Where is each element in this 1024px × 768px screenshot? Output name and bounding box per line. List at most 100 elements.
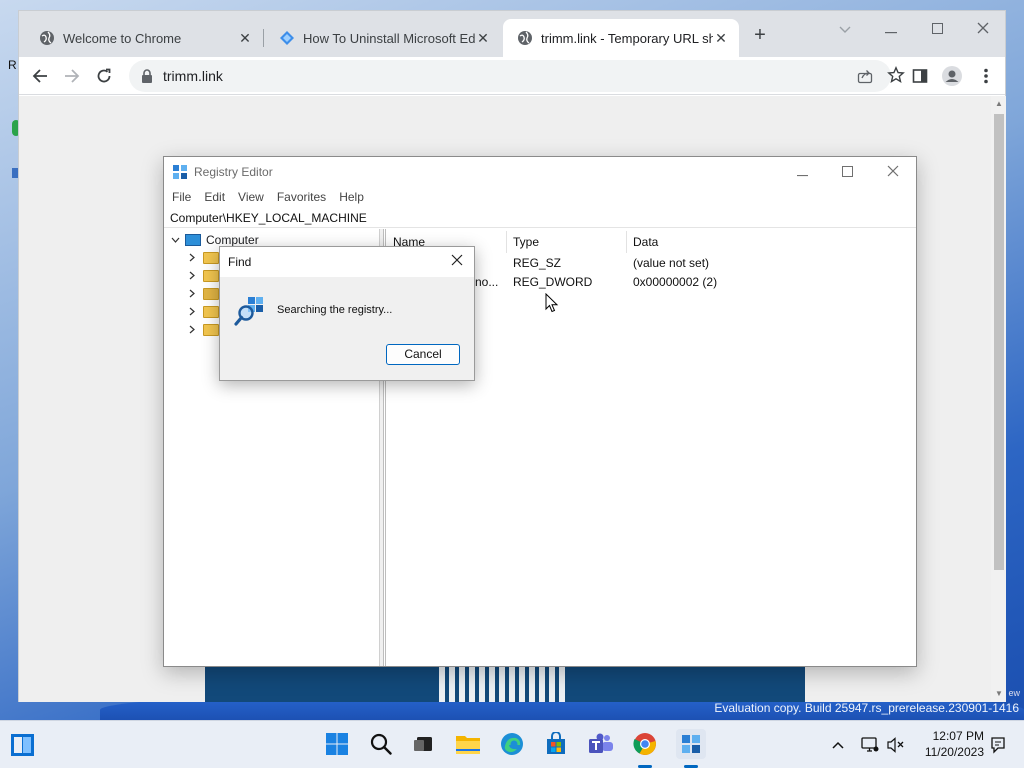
- bookmark-star-icon[interactable]: [887, 66, 905, 84]
- scroll-down-arrow-icon[interactable]: ▼: [994, 689, 1004, 699]
- notification-icon[interactable]: [988, 735, 1008, 755]
- tree-node-hive[interactable]: [189, 321, 219, 339]
- more-menu-icon[interactable]: [975, 65, 997, 87]
- chrome-browser-icon[interactable]: [632, 731, 658, 757]
- page-scrollbar[interactable]: ▲ ▼: [991, 96, 1006, 702]
- back-arrow-icon[interactable]: [29, 65, 51, 87]
- tab-search-chevron-icon[interactable]: [831, 17, 859, 41]
- reload-icon[interactable]: [93, 65, 115, 87]
- minimize-icon[interactable]: [784, 160, 820, 184]
- tab-title: trimm.link - Temporary URL sho: [541, 30, 713, 46]
- folder-icon: [203, 306, 219, 318]
- clock-time: 12:07 PM: [932, 729, 984, 743]
- value-type-cell: REG_DWORD: [513, 275, 593, 289]
- chevron-right-icon[interactable]: [189, 271, 199, 282]
- file-explorer-icon[interactable]: [455, 731, 481, 757]
- value-type-cell: REG_SZ: [513, 256, 562, 270]
- globe-icon: [517, 30, 533, 46]
- tree-node-label: Computer: [206, 233, 259, 247]
- tab-uninstall-edge[interactable]: How To Uninstall Microsoft Edg ✕: [265, 19, 501, 57]
- value-name-cell[interactable]: no...: [475, 275, 498, 289]
- omnibox[interactable]: trimm.link: [129, 60, 905, 92]
- close-window-icon[interactable]: [969, 17, 997, 41]
- menu-edit[interactable]: Edit: [204, 187, 225, 207]
- close-window-icon[interactable]: [875, 160, 911, 184]
- column-divider[interactable]: [506, 231, 507, 253]
- evaluation-watermark: Evaluation copy. Build 25947.rs_prerelea…: [714, 701, 1019, 715]
- maximize-icon[interactable]: [829, 160, 865, 184]
- widgets-icon[interactable]: [10, 733, 35, 757]
- registry-menu-bar: File Edit View Favorites Help: [164, 187, 916, 207]
- maximize-icon[interactable]: [923, 17, 951, 41]
- globe-icon: [39, 30, 55, 46]
- registry-editor-app-icon: [172, 164, 188, 180]
- edge-browser-icon[interactable]: [499, 731, 525, 757]
- tree-node-hive[interactable]: [189, 285, 219, 303]
- share-icon[interactable]: [857, 68, 873, 84]
- side-panel-icon[interactable]: [909, 65, 931, 87]
- column-divider[interactable]: [626, 231, 627, 253]
- chevron-right-icon[interactable]: [189, 307, 199, 318]
- tree-node-hive[interactable]: [189, 249, 219, 267]
- chevron-right-icon[interactable]: [189, 325, 199, 336]
- microsoft-store-icon[interactable]: [543, 731, 569, 757]
- teams-icon[interactable]: [588, 731, 614, 757]
- chevron-up-icon[interactable]: [828, 735, 848, 755]
- scroll-thumb[interactable]: [994, 114, 1004, 570]
- lock-icon[interactable]: [141, 69, 153, 83]
- registry-editor-window: Registry Editor File Edit View Favorites…: [163, 156, 917, 667]
- registry-editor-taskbar-icon[interactable]: [676, 729, 706, 759]
- menu-favorites[interactable]: Favorites: [277, 187, 326, 207]
- column-header-data[interactable]: Data: [633, 233, 658, 251]
- desktop-edge-label: ew: [1008, 688, 1020, 698]
- tab-close-icon[interactable]: ✕: [713, 30, 729, 46]
- forward-arrow-icon[interactable]: [61, 65, 83, 87]
- tab-title: How To Uninstall Microsoft Edg: [303, 30, 475, 46]
- minimize-icon[interactable]: [877, 17, 905, 41]
- profile-avatar-icon[interactable]: [941, 65, 963, 87]
- menu-file[interactable]: File: [172, 187, 191, 207]
- tab-trimm-link[interactable]: trimm.link - Temporary URL sho ✕: [503, 19, 739, 57]
- start-menu-icon[interactable]: [324, 731, 350, 757]
- tab-close-icon[interactable]: ✕: [475, 30, 491, 46]
- tree-node-hive[interactable]: [189, 303, 219, 321]
- close-icon[interactable]: [446, 251, 468, 273]
- scroll-up-arrow-icon[interactable]: ▲: [994, 99, 1004, 109]
- registry-editor-title: Registry Editor: [194, 165, 273, 179]
- tree-node-hive[interactable]: [189, 267, 219, 285]
- find-dialog-title[interactable]: Find: [220, 247, 474, 277]
- system-clock[interactable]: 12:07 PM 11/20/2023: [912, 728, 984, 760]
- menu-help[interactable]: Help: [339, 187, 364, 207]
- tab-separator: [263, 29, 264, 47]
- value-data-cell: (value not set): [633, 256, 710, 270]
- search-registry-icon: [234, 293, 268, 327]
- menu-view[interactable]: View: [238, 187, 264, 207]
- desktop-edge-text: R: [8, 58, 17, 72]
- network-icon[interactable]: [860, 735, 880, 755]
- folder-icon: [203, 288, 219, 300]
- registry-address-bar[interactable]: Computer\HKEY_LOCAL_MACHINE: [164, 208, 916, 228]
- search-icon[interactable]: [368, 731, 394, 757]
- clock-date: 11/20/2023: [924, 745, 984, 759]
- folder-icon: [203, 252, 219, 264]
- computer-icon: [185, 234, 201, 246]
- cancel-button[interactable]: Cancel: [386, 344, 460, 365]
- tab-welcome[interactable]: Welcome to Chrome ✕: [25, 19, 263, 57]
- folder-icon: [203, 270, 219, 282]
- tab-close-icon[interactable]: ✕: [237, 30, 253, 46]
- column-header-type[interactable]: Type: [513, 233, 539, 251]
- folder-icon: [203, 324, 219, 336]
- tab-title: Welcome to Chrome: [63, 30, 182, 46]
- value-data-cell: 0x00000002 (2): [633, 275, 718, 289]
- chevron-right-icon[interactable]: [189, 253, 199, 264]
- qr-code-image: [439, 667, 569, 702]
- url-text: trimm.link: [163, 68, 223, 84]
- chevron-right-icon[interactable]: [189, 289, 199, 300]
- chevron-down-icon[interactable]: [171, 235, 181, 245]
- find-dialog: Find Searching the registry... Cancel: [219, 246, 475, 381]
- tab-strip: Welcome to Chrome ✕ How To Uninstall Mic…: [19, 11, 1005, 57]
- new-tab-button[interactable]: +: [749, 25, 771, 47]
- search-status-text: Searching the registry...: [277, 304, 393, 316]
- task-view-icon[interactable]: [410, 731, 436, 757]
- volume-muted-icon[interactable]: [886, 735, 906, 755]
